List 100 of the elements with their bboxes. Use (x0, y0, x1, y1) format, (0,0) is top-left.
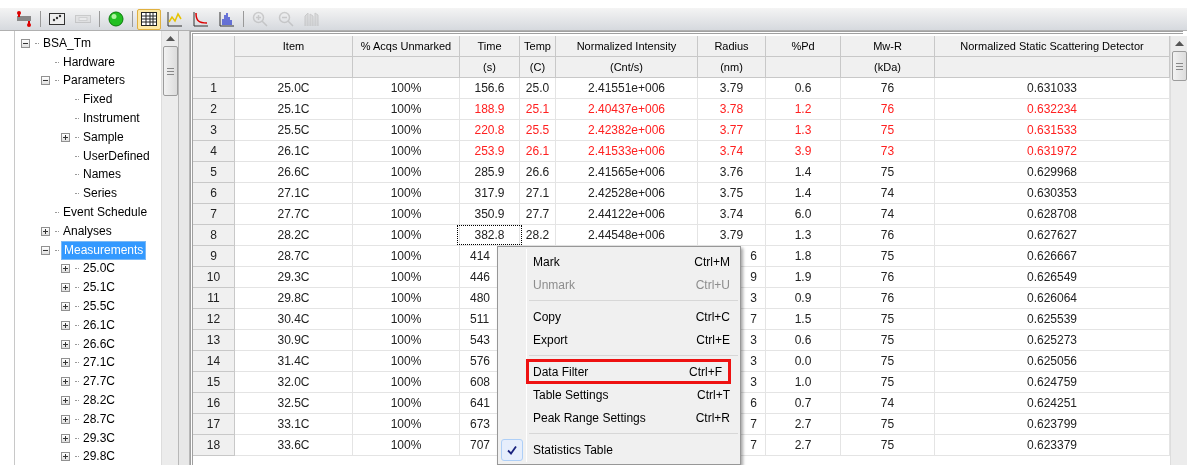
tree-item[interactable]: 26.6C (81, 335, 118, 353)
toolbar-button[interactable] (137, 8, 161, 30)
table-cell-text: 3 (750, 374, 757, 391)
table-cell-text: 31.4C (277, 353, 310, 370)
table-cell-text: 3.9 (794, 143, 812, 160)
tree-item[interactable]: Series (81, 185, 119, 203)
collapse-toggle[interactable] (21, 38, 30, 48)
table-cell-text: 1.5 (794, 311, 812, 328)
tree-item[interactable]: Sample (81, 128, 126, 146)
tree-item[interactable]: 25.5C (81, 298, 118, 316)
row-number: 13 (193, 330, 235, 351)
table-cell-text: 0.9 (794, 290, 812, 307)
tree-item[interactable]: 29.8C (81, 448, 118, 465)
table-cell-text: 32.0C (277, 374, 310, 391)
unit-label: (nm) (720, 59, 743, 75)
scroll-up-icon[interactable] (1174, 41, 1184, 47)
column-header[interactable]: Normalized Intensity (556, 36, 697, 57)
table-cell-text: 7 (750, 416, 757, 433)
table-cell-text: 74 (880, 395, 895, 412)
table-cell-text: 285.9 (474, 164, 505, 181)
column-header[interactable]: Radius (698, 36, 765, 57)
menu-item[interactable]: Copy Ctrl+C (498, 305, 740, 328)
expand-toggle[interactable] (61, 452, 70, 462)
scrollbar[interactable] (1170, 36, 1187, 465)
table-cell-text: 576 (470, 353, 491, 370)
tree-item[interactable]: 25.1C (81, 279, 118, 297)
menu-item[interactable]: Table Settings Ctrl+T (498, 383, 740, 406)
tree-item[interactable]: 27.7C (81, 373, 118, 391)
tree-item[interactable]: Fixed (81, 91, 115, 109)
expand-toggle[interactable] (61, 433, 70, 443)
table-cell-text: 26.1C (277, 143, 310, 160)
table-cell-text: 3.78 (719, 101, 744, 118)
table-cell-text: 26.6 (525, 164, 550, 181)
tree-item[interactable]: 26.1C (81, 316, 118, 334)
table-cell-text: 100% (390, 269, 422, 286)
table-cell-text: 28.2 (525, 227, 550, 244)
expand-toggle[interactable] (61, 283, 70, 293)
table-cell-text: 3 (750, 332, 757, 349)
tree-item[interactable]: UserDefined (81, 147, 152, 165)
expand-toggle[interactable] (61, 302, 70, 312)
table-cell-text: 414 (470, 248, 491, 265)
tree-item[interactable]: 25.0C (81, 260, 118, 278)
tree-item[interactable]: 28.2C (81, 392, 118, 410)
menu-item[interactable]: Statistics Table (498, 438, 740, 461)
tree-item[interactable]: Analyses (61, 222, 114, 240)
menu-item[interactable]: Peak Range Settings Ctrl+R (498, 406, 740, 429)
column-header[interactable]: Normalized Static Scattering Detector (935, 36, 1169, 57)
table-cell-text: 0.630353 (1026, 185, 1078, 202)
collapse-toggle[interactable] (41, 76, 50, 86)
tree-item[interactable]: Names (81, 166, 123, 184)
column-header[interactable]: Mw-R (841, 36, 934, 57)
tree-item[interactable]: 29.3C (81, 429, 118, 447)
column-header[interactable]: %Pd (766, 36, 840, 57)
table-cell-text: 1.2 (794, 101, 812, 118)
row-number: 17 (193, 414, 235, 435)
column-header[interactable]: Item (235, 36, 352, 57)
menu-item[interactable]: Mark Ctrl+M (498, 250, 740, 273)
menu-item[interactable]: Export Ctrl+E (498, 328, 740, 351)
table-cell-text: 3.74 (719, 206, 744, 223)
tree-item[interactable]: BSA_Tm (41, 34, 93, 52)
tree-item[interactable]: 28.7C (81, 410, 118, 428)
column-header[interactable]: % Acqs Unmarked (353, 36, 459, 57)
column-header[interactable]: Time (460, 36, 519, 57)
table-cell-text: 100% (390, 311, 422, 328)
table-cell-text: 9 (750, 269, 757, 286)
expand-toggle[interactable] (41, 226, 50, 236)
table-cell-text: 27.1 (525, 185, 550, 202)
table-cell-text: 25.5 (525, 122, 550, 139)
tree-item[interactable]: Event Schedule (61, 204, 150, 222)
scroll-thumb[interactable] (1171, 51, 1187, 81)
expand-toggle[interactable] (61, 132, 70, 142)
expand-toggle[interactable] (61, 264, 70, 274)
menu-item[interactable]: Data Filter Ctrl+F (527, 360, 730, 383)
tree-item[interactable]: 27.1C (81, 354, 118, 372)
table-cell-text: 1.0 (794, 374, 812, 391)
table-cell-text: 480 (470, 290, 491, 307)
table-cell-text: 2.42382e+006 (587, 122, 666, 139)
tree-item[interactable]: Instrument (81, 110, 142, 128)
expand-toggle[interactable] (61, 396, 70, 406)
table-cell-text: 156.6 (474, 80, 505, 97)
table-cell-text: 100% (390, 374, 422, 391)
table-cell-text: 446 (470, 269, 491, 286)
unit-label: (s) (483, 59, 496, 75)
table-cell-text: 0.624251 (1026, 395, 1078, 412)
table-cell-text: 76 (880, 290, 895, 307)
row-number: 10 (193, 267, 235, 288)
expand-toggle[interactable] (61, 414, 70, 424)
mark-arrows-icon (15, 10, 33, 28)
expand-toggle[interactable] (61, 358, 70, 368)
collapse-toggle[interactable] (41, 245, 50, 255)
expand-toggle[interactable] (61, 320, 70, 330)
tree-item[interactable]: Hardware (61, 53, 118, 71)
scroll-thumb[interactable] (162, 46, 178, 96)
expand-toggle[interactable] (61, 339, 70, 349)
column-header[interactable]: Temp (520, 36, 555, 57)
scroll-up-icon[interactable] (165, 36, 175, 42)
expand-toggle[interactable] (61, 377, 70, 387)
scrollbar[interactable] (161, 31, 178, 465)
row-number: 5 (193, 162, 235, 183)
tree-item[interactable]: Parameters (61, 72, 128, 90)
